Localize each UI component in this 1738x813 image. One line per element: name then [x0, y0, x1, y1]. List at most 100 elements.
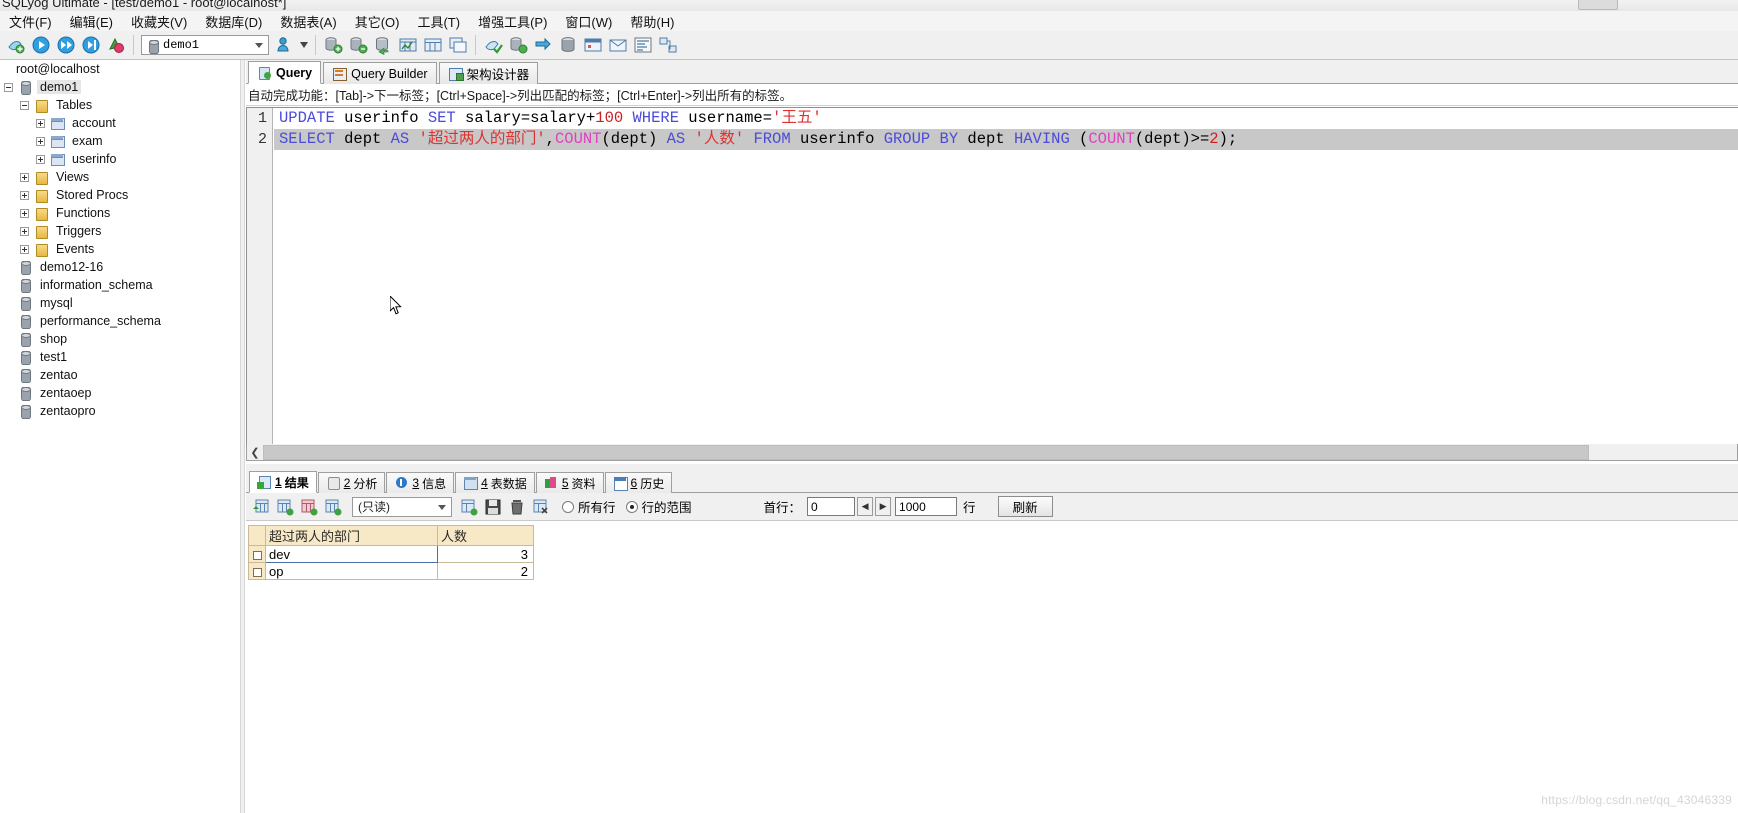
chevron-down-icon[interactable] — [255, 43, 263, 48]
refresh-button[interactable]: 刷新 — [997, 496, 1053, 517]
cell-dept[interactable]: dev — [265, 545, 438, 563]
row-limit-input[interactable]: 1000 — [895, 497, 958, 516]
database-combo[interactable]: demo1 — [141, 35, 269, 55]
tree-expander-plus-icon[interactable] — [20, 190, 29, 200]
tree-expander-minus-icon[interactable] — [4, 82, 13, 92]
tree-node-zentaopro[interactable]: zentaopro — [0, 402, 244, 420]
row-select-checkbox[interactable] — [248, 562, 266, 580]
tree-node-functions[interactable]: Functions — [0, 204, 244, 222]
tree-node-views[interactable]: Views — [0, 168, 244, 186]
sql-editor[interactable]: 12 UPDATE userinfo SET salary=salary+100… — [246, 107, 1738, 448]
menu-table[interactable]: 数据表(A) — [271, 11, 345, 32]
stop-refresh-icon[interactable] — [104, 33, 128, 57]
menu-other[interactable]: 其它(O) — [346, 11, 409, 32]
sync-tools-icon[interactable] — [506, 33, 530, 57]
menu-tools[interactable]: 工具(T) — [408, 11, 469, 32]
sql-line-1[interactable]: UPDATE userinfo SET salary=salary+100 WH… — [274, 108, 1738, 129]
sql-line-2[interactable]: SELECT dept AS '超过两人的部门',COUNT(dept) AS … — [274, 129, 1738, 150]
tree-expander-plus-icon[interactable] — [36, 136, 45, 146]
tree-expander-plus-icon[interactable] — [20, 208, 29, 218]
insert-row-icon[interactable] — [250, 496, 272, 518]
radio-row-range[interactable]: 行的范围 — [625, 497, 692, 516]
tree-node-stored-procs[interactable]: Stored Procs — [0, 186, 244, 204]
tree-node-mysql[interactable]: mysql — [0, 294, 244, 312]
tree-node-zentaoep[interactable]: zentaoep — [0, 384, 244, 402]
result-tab-object-info[interactable]: 5 资料 — [535, 472, 604, 493]
tab-query[interactable]: Query — [248, 61, 322, 84]
tree-expander-plus-icon[interactable] — [20, 244, 29, 254]
tree-node-account[interactable]: account — [0, 114, 244, 132]
tree-node-zentao[interactable]: zentao — [0, 366, 244, 384]
save-icon[interactable] — [482, 496, 504, 518]
scroll-left-icon[interactable]: ❮ — [247, 444, 263, 460]
results-grid[interactable]: 超过两人的部门 人数 dev 3 op 2 — [248, 525, 534, 580]
result-tab-history[interactable]: 6 历史 — [604, 472, 673, 493]
radio-all-rows[interactable]: 所有行 — [562, 497, 616, 516]
duplicate-row-icon[interactable] — [298, 496, 320, 518]
spin-right-icon[interactable]: ▶ — [875, 497, 892, 516]
export-data-icon[interactable] — [346, 33, 370, 57]
tree-expander-plus-icon[interactable] — [36, 118, 45, 128]
query-formatter-icon[interactable] — [631, 33, 655, 57]
user-dropdown-icon[interactable] — [298, 33, 310, 57]
object-browser[interactable]: root@localhost demo1 Tables account exam user… — [0, 60, 244, 813]
data-sync-icon[interactable] — [531, 33, 555, 57]
tree-expander-plus-icon[interactable] — [20, 226, 29, 236]
cell-count[interactable]: 3 — [437, 545, 534, 563]
table-row[interactable]: op 2 — [248, 562, 534, 580]
menu-database[interactable]: 数据库(D) — [196, 11, 271, 32]
tree-node-demo1[interactable]: demo1 — [0, 78, 244, 96]
tree-node-demo12-16[interactable]: demo12-16 — [0, 258, 244, 276]
tab-schema-designer[interactable]: 架构设计器 — [438, 62, 539, 84]
tree-node-events[interactable]: Events — [0, 240, 244, 258]
grid-column-header[interactable]: 超过两人的部门 — [265, 525, 438, 546]
check-table-icon[interactable] — [481, 33, 505, 57]
first-row-input[interactable]: 0 — [807, 497, 856, 516]
result-tab-table-data[interactable]: 4 表数据 — [455, 472, 535, 493]
tree-expander-plus-icon[interactable] — [36, 154, 45, 164]
grid-body[interactable]: dev 3 op 2 — [248, 545, 534, 580]
scrollbar-thumb[interactable] — [263, 444, 1589, 460]
grid-select-all-header[interactable] — [248, 525, 266, 546]
tree-node-userinfo[interactable]: userinfo — [0, 150, 244, 168]
tree-root-connection[interactable]: root@localhost — [0, 60, 244, 78]
tree-node-performance-schema[interactable]: performance_schema — [0, 312, 244, 330]
table-row[interactable]: dev 3 — [248, 545, 534, 563]
play-to-cursor-icon[interactable] — [79, 33, 103, 57]
result-tab-result[interactable]: 1 结果 — [249, 471, 317, 493]
spin-left-icon[interactable]: ◀ — [857, 497, 874, 516]
tab-query-builder[interactable]: Query Builder — [323, 62, 437, 84]
menu-help[interactable]: 帮助(H) — [621, 11, 683, 32]
scheduler-icon[interactable] — [581, 33, 605, 57]
sql-code-area[interactable]: UPDATE userinfo SET salary=salary+100 WH… — [274, 108, 1738, 447]
backup-restore-icon[interactable] — [371, 33, 395, 57]
refresh-row-icon[interactable] — [322, 496, 344, 518]
cell-count[interactable]: 2 — [437, 562, 534, 580]
tree-node-information-schema[interactable]: information_schema — [0, 276, 244, 294]
new-connection-icon[interactable] — [4, 33, 28, 57]
sidebar-splitter[interactable] — [240, 60, 245, 813]
schema-designer-toolbar-icon[interactable] — [656, 33, 680, 57]
menu-file[interactable]: 文件(F) — [0, 11, 61, 32]
table-copy-icon[interactable] — [446, 33, 470, 57]
menu-edit[interactable]: 编辑(E) — [61, 11, 122, 32]
menu-window[interactable]: 窗口(W) — [556, 11, 621, 32]
table-diagnostics-icon[interactable] — [396, 33, 420, 57]
window-controls[interactable] — [1578, 0, 1618, 10]
editor-horizontal-scrollbar[interactable]: ❮ — [246, 444, 1738, 461]
tree-node-shop[interactable]: shop — [0, 330, 244, 348]
schema-sync-icon[interactable] — [556, 33, 580, 57]
play-icon[interactable] — [29, 33, 53, 57]
cell-dept[interactable]: op — [265, 562, 438, 580]
chevron-down-icon[interactable] — [438, 504, 446, 510]
notification-services-icon[interactable] — [606, 33, 630, 57]
tree-expander-plus-icon[interactable] — [20, 172, 29, 182]
menu-powertools[interactable]: 增强工具(P) — [469, 11, 556, 32]
tree-node-triggers[interactable]: Triggers — [0, 222, 244, 240]
tree-node-test1[interactable]: test1 — [0, 348, 244, 366]
result-tab-profile[interactable]: 2 分析 — [317, 472, 386, 493]
tree-node-tables[interactable]: Tables — [0, 96, 244, 114]
cancel-changes-icon[interactable] — [530, 496, 552, 518]
tree-node-exam[interactable]: exam — [0, 132, 244, 150]
grid-column-header[interactable]: 人数 — [437, 525, 534, 546]
